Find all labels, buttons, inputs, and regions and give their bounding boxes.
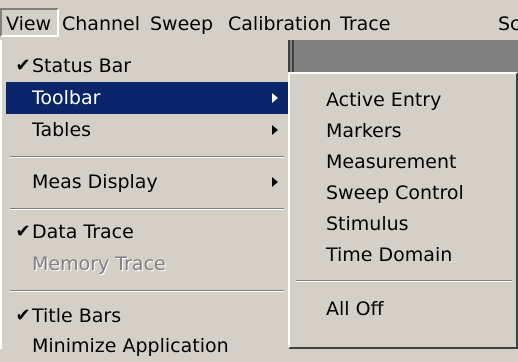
menu-item-label: Memory Trace bbox=[32, 253, 166, 275]
menu-channel[interactable]: Channel bbox=[62, 11, 140, 37]
submenu-item-active-entry[interactable]: Active Entry bbox=[326, 84, 441, 116]
menu-item-status-bar[interactable]: ✔ Status Bar bbox=[6, 50, 288, 82]
menu-item-label: Meas Display bbox=[32, 171, 158, 193]
menu-trace[interactable]: Trace bbox=[340, 11, 390, 37]
menu-item-label: Minimize Application bbox=[32, 335, 229, 357]
submenu-item-stimulus[interactable]: Stimulus bbox=[326, 208, 409, 240]
menu-calibration[interactable]: Calibration bbox=[228, 11, 331, 37]
menu-item-toolbar[interactable]: Toolbar bbox=[6, 82, 288, 114]
submenu-arrow-icon bbox=[272, 177, 278, 187]
menu-item-tables[interactable]: Tables bbox=[6, 114, 288, 146]
menu-view[interactable]: View bbox=[0, 8, 60, 37]
submenu-item-markers[interactable]: Markers bbox=[326, 115, 402, 147]
toolbar-submenu: Active Entry Markers Measurement Sweep C… bbox=[288, 72, 518, 349]
checkmark-icon: ✔ bbox=[15, 55, 31, 76]
submenu-item-time-domain[interactable]: Time Domain bbox=[326, 239, 452, 271]
view-menu: ✔ Status Bar Toolbar Tables Meas Display… bbox=[0, 40, 290, 357]
menu-item-title-bars[interactable]: ✔ Title Bars bbox=[6, 300, 288, 332]
menu-item-label: Tables bbox=[32, 119, 92, 141]
menu-item-meas-display[interactable]: Meas Display bbox=[6, 166, 288, 198]
menu-item-minimize-application[interactable]: Minimize Application bbox=[6, 330, 288, 362]
submenu-item-measurement[interactable]: Measurement bbox=[326, 146, 456, 178]
menu-separator bbox=[296, 280, 512, 282]
menu-item-label: Status Bar bbox=[32, 55, 132, 77]
menu-separator bbox=[10, 156, 284, 158]
menu-item-label: Data Trace bbox=[32, 221, 134, 243]
checkmark-icon: ✔ bbox=[15, 221, 31, 242]
menu-item-memory-trace: Memory Trace bbox=[6, 248, 288, 280]
menu-bar: View Channel Sweep Calibration Trace Sc bbox=[0, 0, 518, 40]
submenu-item-sweep-control[interactable]: Sweep Control bbox=[326, 177, 464, 209]
submenu-item-all-off[interactable]: All Off bbox=[326, 293, 384, 325]
menu-item-data-trace[interactable]: ✔ Data Trace bbox=[6, 216, 288, 248]
menu-separator bbox=[10, 208, 284, 210]
menu-item-label: Title Bars bbox=[32, 305, 122, 327]
menu-item-label: Toolbar bbox=[32, 87, 101, 109]
submenu-arrow-icon bbox=[272, 93, 278, 103]
menu-scale[interactable]: Sc bbox=[498, 11, 518, 37]
menu-sweep[interactable]: Sweep bbox=[150, 11, 213, 37]
checkmark-icon: ✔ bbox=[15, 305, 31, 326]
menu-separator bbox=[10, 290, 284, 292]
submenu-arrow-icon bbox=[272, 125, 278, 135]
